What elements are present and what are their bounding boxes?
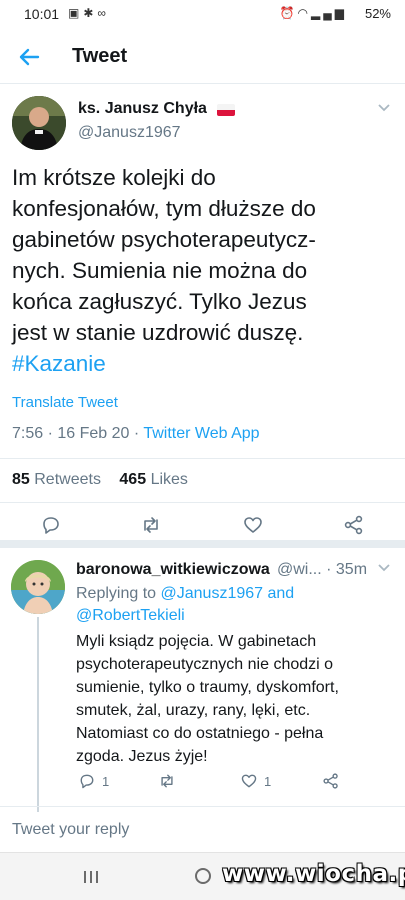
reply-reply-count: 1 xyxy=(102,774,110,789)
share-icon xyxy=(323,773,338,789)
tweet-stats: 85 Retweets 465 Likes xyxy=(12,471,188,489)
top-app-bar: Tweet xyxy=(0,30,405,84)
hashtag-link[interactable]: #Kazanie xyxy=(12,348,392,379)
translate-tweet-link[interactable]: Translate Tweet xyxy=(12,394,118,411)
thread-line xyxy=(37,617,39,812)
tweet-body: Im krótsze kolejki do konfesjonałów, tym… xyxy=(12,162,392,379)
retweets-label[interactable]: Retweets xyxy=(34,471,101,488)
status-time: 10:01 xyxy=(24,6,60,22)
reply-author-handle[interactable]: @wi... · 35m xyxy=(277,561,367,579)
reply-author-name[interactable]: baronowa_witkiewiczowa xyxy=(76,561,270,579)
notification-icons: ▣✱∞ xyxy=(68,6,110,20)
source-app-link[interactable]: Twitter Web App xyxy=(143,425,259,442)
reply-text-line: smutek, żal, urazy, rany, lęki, etc. xyxy=(76,702,311,719)
replying-to: Replying to @Janusz1967 and @RobertTekie… xyxy=(76,583,396,627)
likes-label[interactable]: Likes xyxy=(151,471,188,488)
reply-composer[interactable]: Tweet your reply xyxy=(0,806,405,852)
tweet-text-line: Im krótsze kolejki do xyxy=(12,165,216,190)
retweet-icon xyxy=(161,774,173,788)
divider xyxy=(0,502,405,503)
link-icon: ∞ xyxy=(97,6,110,20)
author-handle[interactable]: @Janusz1967 xyxy=(78,124,181,142)
system-icons: ⏰◠▂▄▆ xyxy=(280,6,347,20)
recent-apps-icon[interactable] xyxy=(82,869,100,885)
reply-text-line: psychoterapeutycznych nie chodzi o xyxy=(76,656,334,673)
tweet-text-line: konfesjonałów, tym dłuższe do xyxy=(12,196,316,221)
poland-flag-icon xyxy=(217,104,235,116)
reply-input-placeholder[interactable]: Tweet your reply xyxy=(12,821,129,839)
arrow-left-icon[interactable] xyxy=(14,42,44,72)
snowflake-icon: ✱ xyxy=(83,6,98,20)
tweet-text-line: końca zagłuszyć. Tylko Jezus xyxy=(12,289,307,314)
watermark: www.wiocha.pl xyxy=(222,861,405,887)
like-icon xyxy=(241,774,257,788)
status-bar: 10:01 ▣✱∞ ⏰◠▂▄▆ 52% xyxy=(0,0,405,30)
camera-icon: ▣ xyxy=(68,6,84,20)
tweet-actions xyxy=(0,508,405,542)
chevron-down-icon[interactable] xyxy=(377,103,391,113)
timestamp-text: 7:56 · 16 Feb 20 · xyxy=(12,425,144,442)
section-separator xyxy=(0,540,405,548)
share-icon[interactable] xyxy=(343,514,365,536)
reply-text-line: Natomiast co do ostatniego - pełna xyxy=(76,725,324,742)
signal-icon: ▂▄▆ xyxy=(311,6,347,20)
retweets-count[interactable]: 85 xyxy=(12,471,30,488)
reply-author-avatar[interactable] xyxy=(11,560,65,614)
replying-to-line: Replying to @Janusz1967 and xyxy=(76,583,396,605)
author-avatar[interactable] xyxy=(12,96,66,150)
page-title: Tweet xyxy=(72,45,128,67)
battery-level: 52% xyxy=(364,6,391,21)
tweet-text-line: gabinetów psychoterapeutycz- xyxy=(12,227,316,252)
reply-icon xyxy=(80,774,94,789)
tweet-text-line: nych. Sumienia nie można do xyxy=(12,258,308,283)
reply-icon[interactable] xyxy=(40,514,62,536)
divider xyxy=(0,458,405,459)
alarm-icon: ⏰ xyxy=(279,6,298,20)
and-text: and xyxy=(263,585,295,602)
chevron-down-icon[interactable] xyxy=(377,563,391,573)
tweet-text-line: jest w stanie uzdrowić duszę. xyxy=(12,320,304,345)
reply-text-line: zgoda. Jezus żyje! xyxy=(76,748,208,765)
replying-prefix: Replying to xyxy=(76,585,161,602)
reply-text-line: sumienie, tylko o traumy, dyskomfort, xyxy=(76,679,339,696)
reply-text-line: Myli ksiądz pojęcia. W gabinetach xyxy=(76,633,317,650)
home-icon[interactable] xyxy=(195,868,211,884)
wifi-icon: ◠ xyxy=(297,6,312,20)
tweet-timestamp: 7:56 · 16 Feb 20 · Twitter Web App xyxy=(12,425,260,443)
mention-link[interactable]: @RobertTekieli xyxy=(76,605,396,627)
likes-count[interactable]: 465 xyxy=(119,471,146,488)
reply-like-count: 1 xyxy=(264,774,272,789)
like-icon[interactable] xyxy=(242,514,264,536)
retweet-icon[interactable] xyxy=(140,514,162,536)
mention-link[interactable]: @Janusz1967 xyxy=(161,585,264,602)
author-name[interactable]: ks. Janusz Chyła xyxy=(78,100,207,118)
reply-body: Myli ksiądz pojęcia. W gabinetach psycho… xyxy=(76,630,396,768)
